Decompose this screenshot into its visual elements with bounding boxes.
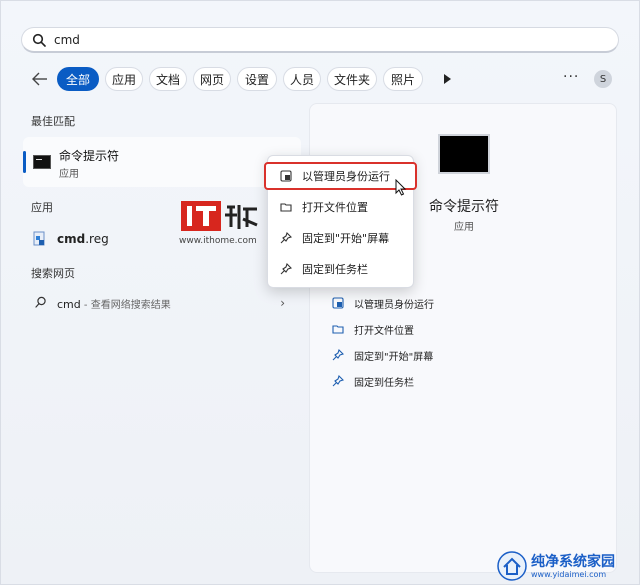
search-icon <box>32 33 46 47</box>
shield-window-icon <box>280 170 292 182</box>
command-prompt-large-icon <box>438 134 490 174</box>
best-match-result[interactable]: 命令提示符 应用 <box>23 137 301 187</box>
action-run-as-admin[interactable]: 以管理员身份运行 <box>332 294 434 312</box>
menu-item-open-file-location[interactable]: 打开文件位置 <box>268 194 415 220</box>
menu-item-pin-to-taskbar[interactable]: 固定到任务栏 <box>268 256 415 282</box>
folder-icon <box>280 203 292 212</box>
mouse-cursor-icon <box>395 179 407 196</box>
menu-item-label: 打开文件位置 <box>302 201 368 214</box>
tab-people[interactable]: 人员 <box>283 67 321 91</box>
app-name-rest: .reg <box>85 232 109 246</box>
action-pin-to-start[interactable]: 固定到"开始"屏幕 <box>332 346 433 364</box>
ithome-logo <box>181 201 258 231</box>
app-result-cmd-reg[interactable]: cmd.reg <box>57 232 109 246</box>
site-title: 纯净系统家园 <box>531 554 615 570</box>
search-icon <box>35 296 46 308</box>
pin-icon <box>280 232 292 244</box>
tab-apps[interactable]: 应用 <box>105 67 143 91</box>
app-name-match: cmd <box>57 232 86 246</box>
menu-item-label: 以管理员身份运行 <box>302 170 390 183</box>
more-options-dots[interactable]: ··· <box>563 69 579 85</box>
web-query: cmd <box>57 298 81 311</box>
pin-icon <box>332 375 344 387</box>
menu-item-pin-to-start[interactable]: 固定到"开始"屏幕 <box>268 225 415 251</box>
site-watermark: 纯净系统家园 www.yidaimei.com <box>497 549 639 583</box>
search-input[interactable]: cmd <box>54 33 80 47</box>
shield-window-icon <box>332 297 344 309</box>
action-label: 固定到"开始"屏幕 <box>354 351 434 363</box>
action-pin-to-taskbar[interactable]: 固定到任务栏 <box>332 372 414 390</box>
web-hint: - 查看网络搜索结果 <box>80 300 171 311</box>
tab-folders[interactable]: 文件夹 <box>327 67 377 91</box>
chevron-right-icon[interactable]: › <box>280 296 285 310</box>
selection-indicator <box>23 151 26 173</box>
pin-icon <box>280 263 292 275</box>
ithome-url: www.ithome.com <box>179 236 257 246</box>
search-window: cmd 全部 应用 文档 网页 设置 人员 文件夹 照片 ··· S 最佳匹配 … <box>0 0 640 585</box>
action-label: 以管理员身份运行 <box>354 299 434 311</box>
avatar[interactable]: S <box>594 70 612 88</box>
command-prompt-icon <box>33 155 51 169</box>
menu-item-label: 固定到"开始"屏幕 <box>302 232 390 245</box>
section-web: 搜索网页 <box>31 267 75 280</box>
folder-icon <box>332 325 344 334</box>
section-best-match: 最佳匹配 <box>31 115 75 128</box>
best-match-subtitle: 应用 <box>59 169 79 180</box>
tab-documents[interactable]: 文档 <box>149 67 187 91</box>
action-open-file-location[interactable]: 打开文件位置 <box>332 320 414 338</box>
more-tabs-play-icon[interactable] <box>441 73 453 85</box>
search-box[interactable]: cmd <box>21 27 619 53</box>
pin-icon <box>332 349 344 361</box>
action-label: 固定到任务栏 <box>354 377 414 389</box>
web-search-result[interactable]: cmd - 查看网络搜索结果 › <box>23 293 301 315</box>
tab-all[interactable]: 全部 <box>57 67 99 91</box>
site-url: www.yidaimei.com <box>531 570 607 579</box>
best-match-title: 命令提示符 <box>59 149 120 163</box>
menu-item-label: 固定到任务栏 <box>302 263 368 276</box>
registry-file-icon <box>33 231 45 246</box>
back-arrow-icon[interactable] <box>31 71 49 87</box>
tab-settings[interactable]: 设置 <box>237 67 277 91</box>
section-apps: 应用 <box>31 201 53 214</box>
action-label: 打开文件位置 <box>354 325 414 337</box>
tab-web[interactable]: 网页 <box>193 67 231 91</box>
context-menu: 以管理员身份运行 打开文件位置 固定到"开始"屏幕 固定到任务栏 <box>264 155 417 288</box>
house-logo-icon <box>497 551 527 581</box>
tab-photos[interactable]: 照片 <box>383 67 423 91</box>
